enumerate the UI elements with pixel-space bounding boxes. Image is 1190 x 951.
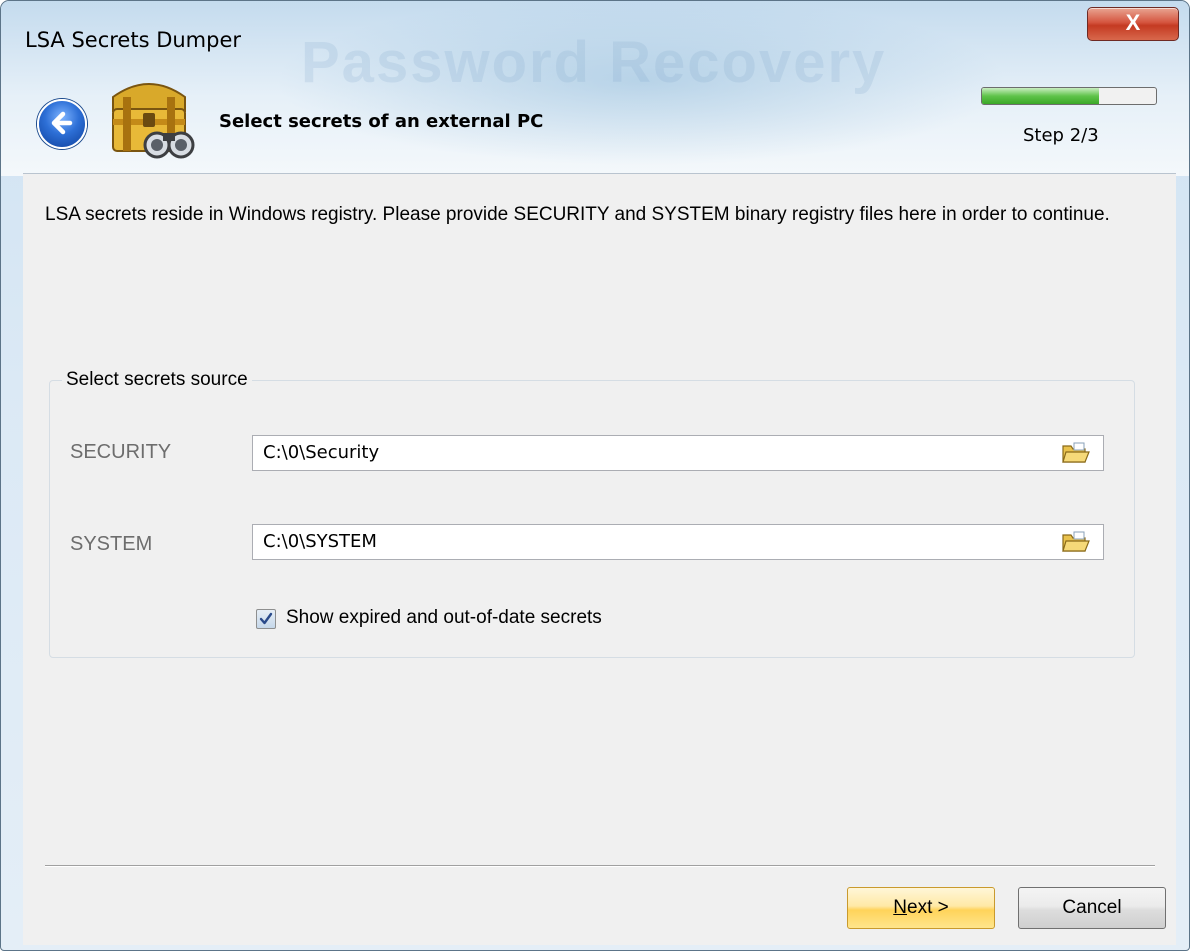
close-button[interactable]: X (1087, 7, 1179, 41)
back-arrow-icon[interactable] (37, 99, 87, 149)
description-text: LSA secrets reside in Windows registry. … (45, 204, 1110, 225)
open-folder-icon[interactable] (1062, 530, 1090, 554)
show-expired-label[interactable]: Show expired and out-of-date secrets (286, 607, 602, 629)
step-indicator: Step 2/3 (1023, 125, 1099, 146)
next-label: ext > (907, 897, 949, 918)
system-label: SYSTEM (70, 533, 153, 555)
checkmark-icon (259, 612, 273, 625)
cancel-button[interactable]: Cancel (1018, 887, 1166, 929)
app-window: Password Recovery LSA Secrets Dumper X S… (0, 0, 1190, 951)
group-legend: Select secrets source (62, 369, 252, 391)
system-path-input[interactable]: C:\0\SYSTEM (252, 524, 1104, 560)
security-path-input[interactable]: C:\0\Security (252, 435, 1104, 471)
footer-separator (45, 865, 1155, 867)
progress-fill (982, 88, 1099, 104)
wizard-progress-bar (981, 87, 1157, 105)
secrets-source-group: Select secrets source SECURITY C:\0\Secu… (49, 369, 1135, 658)
open-folder-icon[interactable] (1062, 441, 1090, 465)
next-button[interactable]: Next > (847, 887, 995, 929)
treasure-chest-binoculars-icon (112, 83, 195, 159)
page-subtitle: Select secrets of an external PC (219, 111, 544, 132)
content-panel: LSA secrets reside in Windows registry. … (23, 173, 1176, 945)
security-label: SECURITY (70, 441, 172, 463)
show-expired-checkbox[interactable] (256, 609, 276, 629)
watermark-logo: Password Recovery (301, 30, 887, 95)
next-mnemonic: N (893, 897, 907, 918)
window-title: LSA Secrets Dumper (25, 28, 242, 52)
